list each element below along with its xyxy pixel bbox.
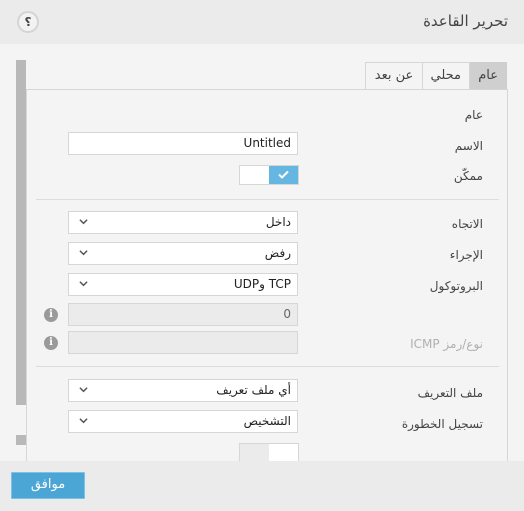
chevron-down-icon [79, 387, 88, 393]
dialog-title: تحرير القاعدة [423, 12, 508, 30]
action-label: الإجراء [449, 248, 483, 262]
toggle-off-indicator [240, 444, 269, 461]
checkmark-icon [278, 170, 289, 179]
chevron-down-icon [79, 219, 88, 225]
scrollbar-down-arrow[interactable] [16, 435, 26, 445]
direction-select[interactable]: داخل [68, 211, 298, 234]
tab-panel-general: عام الاسم Untitled ممكّن الاتجاه داخل ال… [26, 89, 508, 461]
ok-button[interactable]: موافق [11, 472, 85, 499]
chevron-down-icon [79, 418, 88, 424]
log-severity-value: التشخيص [243, 414, 291, 428]
direction-value: داخل [265, 215, 291, 229]
clipped-toggle[interactable] [239, 443, 299, 461]
tab-remote[interactable]: عن بعد [365, 62, 423, 89]
tab-local[interactable]: محلي [422, 62, 470, 89]
profile-label: ملف التعريف [417, 386, 483, 400]
chevron-down-icon [79, 250, 88, 256]
action-value: رفض [264, 246, 291, 260]
dialog-header: تحرير القاعدة ؟ [0, 0, 524, 44]
log-severity-select[interactable]: التشخيص [68, 410, 298, 433]
chevron-down-icon [79, 281, 88, 287]
action-select[interactable]: رفض [68, 242, 298, 265]
protocol-value: TCP وUDP [233, 277, 291, 291]
icmp-label: نوع/رمز ICMP [410, 337, 483, 351]
icmp-input [68, 331, 298, 354]
section-divider [36, 199, 499, 200]
dialog-footer: موافق [0, 461, 524, 511]
profile-select[interactable]: أي ملف تعريف [68, 379, 298, 402]
enabled-label: ممكّن [453, 169, 483, 183]
name-label: الاسم [454, 139, 483, 153]
help-icon[interactable]: ؟ [17, 11, 39, 33]
protocol-select[interactable]: TCP وUDP [68, 273, 298, 296]
profile-value: أي ملف تعريف [216, 383, 291, 397]
info-icon[interactable]: i [44, 336, 58, 350]
section-divider [36, 366, 499, 367]
direction-label: الاتجاه [451, 217, 483, 231]
protocol-label: البروتوكول [429, 279, 483, 293]
section-label-general: عام [464, 108, 483, 122]
enabled-toggle[interactable] [239, 165, 299, 185]
scrollbar-thumb[interactable] [16, 60, 26, 405]
name-input[interactable]: Untitled [68, 132, 298, 155]
tab-bar: عام محلي عن بعد [365, 62, 507, 89]
vertical-scrollbar[interactable] [16, 60, 26, 445]
log-severity-label: تسجيل الخطورة [401, 417, 483, 431]
tab-general[interactable]: عام [469, 62, 507, 89]
dialog-body: عام محلي عن بعد عام الاسم Untitled ممكّن… [0, 44, 524, 461]
protocol-number-input: 0 [68, 303, 298, 326]
toggle-on-indicator [269, 166, 298, 184]
info-icon[interactable]: i [44, 308, 58, 322]
